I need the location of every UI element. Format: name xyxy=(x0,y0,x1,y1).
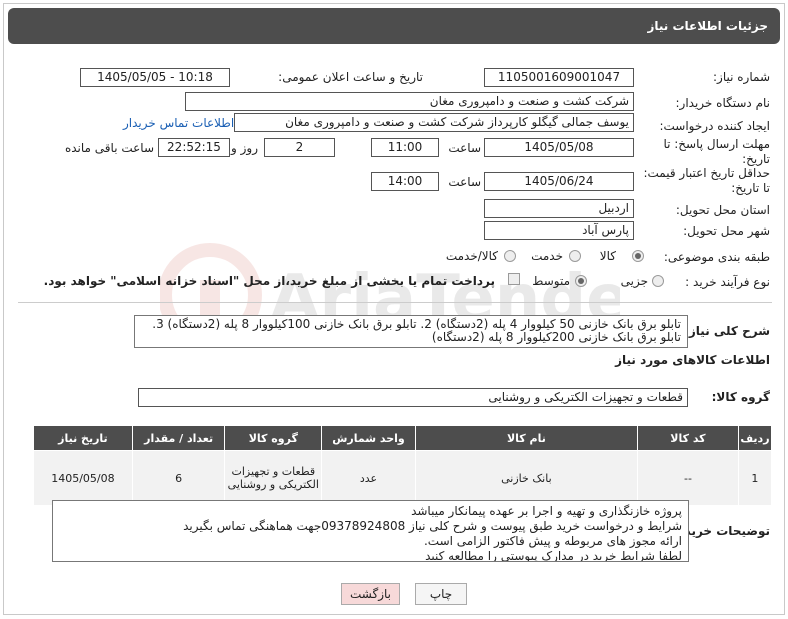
city-label: شهر محل تحویل: xyxy=(683,224,770,238)
purchase-medium-radio[interactable] xyxy=(575,275,587,287)
announce-datetime-field: 1405/05/05 - 10:18 xyxy=(80,68,230,87)
buyer-contact-link[interactable]: اطلاعات تماس خریدار xyxy=(123,116,234,130)
goods-group-label: گروه کالا: xyxy=(711,390,770,404)
category-goods-service-label: کالا/خدمت xyxy=(445,249,498,263)
print-button[interactable]: چاپ xyxy=(415,583,467,605)
table-row: 1 -- بانک خازنی عدد قطعات و تجهیزات الکت… xyxy=(33,450,773,506)
province-field: اردبیل xyxy=(484,199,634,218)
general-description-box: تابلو برق بانک خازنی 50 کیلووار 4 پله (2… xyxy=(134,315,688,348)
table-header-row: ردیف کد کالا نام کالا واحد شمارش گروه کا… xyxy=(33,425,773,451)
goods-table: ردیف کد کالا نام کالا واحد شمارش گروه کا… xyxy=(33,425,773,506)
col-date: تاریخ نیاز xyxy=(33,425,133,451)
purchase-minor-radio[interactable] xyxy=(652,275,664,287)
buyer-note-line: لطفا شرایط خرید در مدارک پیوستی را مطالع… xyxy=(425,549,682,562)
treasury-payment-note: پرداخت تمام یا بخشی از مبلغ خرید،از محل … xyxy=(43,274,495,288)
page-header: جزئیات اطلاعات نیاز xyxy=(8,8,780,44)
cell-row: 1 xyxy=(737,450,773,506)
requester-field: یوسف جمالی گیگلو کارپرداز شرکت کشت و صنع… xyxy=(234,113,634,132)
buyer-note-line: شرایط و درخواست خرید طبق پیوست و شرح کلی… xyxy=(183,519,682,533)
cell-qty: 6 xyxy=(131,450,226,506)
col-name: نام کالا xyxy=(414,425,639,451)
col-row: ردیف xyxy=(737,425,773,451)
requester-label: ایجاد کننده درخواست: xyxy=(659,119,770,133)
treasury-payment-checkbox[interactable] xyxy=(508,273,520,285)
need-number-label: شماره نیاز: xyxy=(713,70,770,84)
cell-group: قطعات و تجهیزات الکتریکی و روشنایی xyxy=(224,450,323,506)
purchase-minor-label: جزیی xyxy=(620,274,648,288)
col-qty: تعداد / مقدار xyxy=(131,425,226,451)
cell-name: بانک خازنی xyxy=(414,450,639,506)
deadline-time-field: 11:00 xyxy=(371,138,439,157)
purchase-type-label: نوع فرآیند خرید : xyxy=(685,275,770,289)
buyer-note-line: پروژه خازنگذاری و تهیه و اجرا بر عهده پی… xyxy=(411,504,682,518)
validity-date-field: 1405/06/24 xyxy=(484,172,634,191)
city-field: پارس آباد xyxy=(484,221,634,240)
category-service-label: خدمت xyxy=(531,249,563,263)
col-group: گروه کالا xyxy=(224,425,323,451)
validity-time-field: 14:00 xyxy=(371,172,439,191)
category-service-radio[interactable] xyxy=(569,250,581,262)
announce-datetime-label: تاریخ و ساعت اعلان عمومی: xyxy=(278,70,423,84)
category-goods-label: کالا xyxy=(599,249,616,263)
hours-remaining-label: ساعت باقی مانده xyxy=(64,141,154,155)
category-goods-service-radio[interactable] xyxy=(504,250,516,262)
divider xyxy=(18,302,772,303)
col-code: کد کالا xyxy=(637,425,739,451)
need-number-field: 1105001609001047 xyxy=(484,68,634,87)
day-and-label: روز و xyxy=(231,141,258,155)
cell-date: 1405/05/08 xyxy=(33,450,133,506)
buyer-note-line: ارائه مجوز های مربوطه و پیش فاکتور الزام… xyxy=(423,534,682,548)
province-label: استان محل تحویل: xyxy=(675,203,770,217)
col-unit: واحد شمارش xyxy=(321,425,416,451)
back-button[interactable]: بازگشت xyxy=(341,583,400,605)
purchase-medium-label: متوسط xyxy=(532,274,570,288)
general-description-label: شرح کلی نیاز: xyxy=(684,324,770,338)
response-deadline-label: مهلت ارسال پاسخ: تا تاریخ: xyxy=(663,137,770,166)
price-validity-label: حداقل تاریخ اعتبار قیمت: تا تاریخ: xyxy=(643,166,770,195)
category-label: طبقه بندی موضوعی: xyxy=(663,250,770,264)
cell-unit: عدد xyxy=(321,450,416,506)
cell-code: -- xyxy=(637,450,739,506)
goods-group-field: قطعات و تجهیزات الکتریکی و روشنایی xyxy=(138,388,688,407)
buyer-org-label: نام دستگاه خریدار: xyxy=(675,96,771,110)
category-goods-radio[interactable] xyxy=(632,250,644,262)
deadline-remaining-field: 22:52:15 xyxy=(158,138,230,157)
buyer-org-field: شرکت کشت و صنعت و دامپروری مغان xyxy=(185,92,634,111)
deadline-days-field: 2 xyxy=(264,138,335,157)
deadline-hour-label: ساعت xyxy=(448,141,481,155)
validity-hour-label: ساعت xyxy=(448,175,481,189)
buyer-notes-box: پروژه خازنگذاری و تهیه و اجرا بر عهده پی… xyxy=(52,500,689,562)
deadline-date-field: 1405/05/08 xyxy=(484,138,634,157)
goods-info-title: اطلاعات کالاهای مورد نیاز xyxy=(615,353,770,367)
